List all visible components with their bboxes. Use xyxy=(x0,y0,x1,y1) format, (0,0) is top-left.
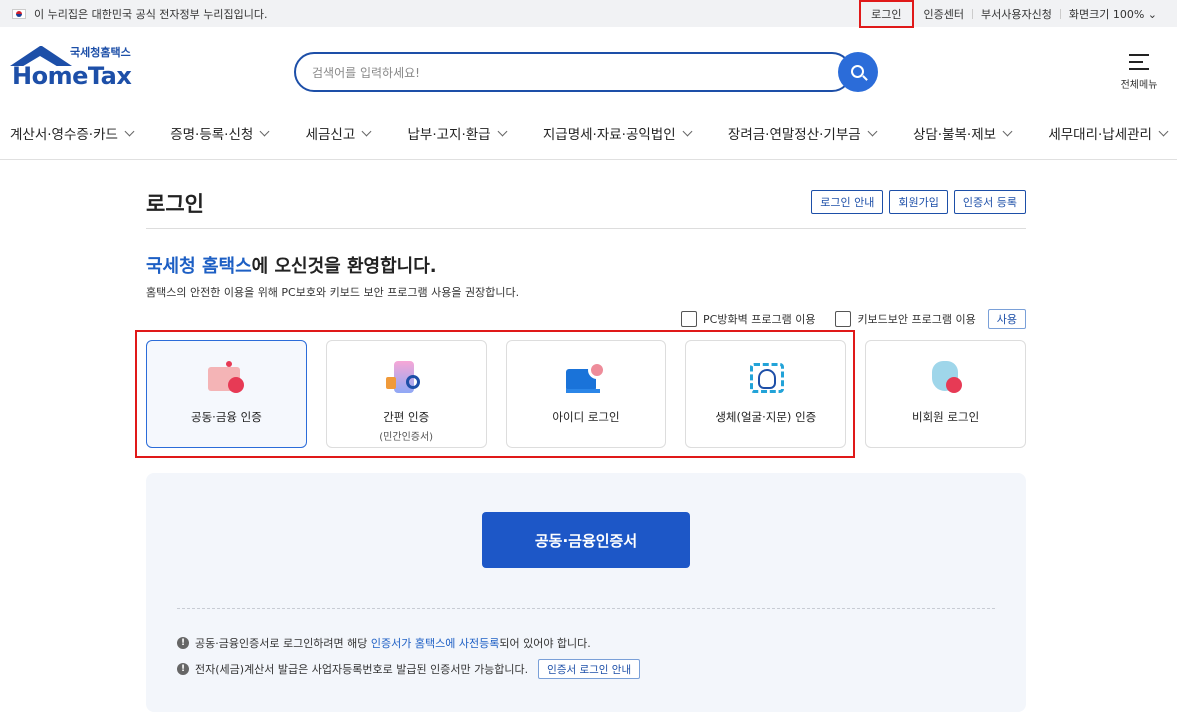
info-icon: ! xyxy=(177,663,189,675)
all-menu-label: 전체메뉴 xyxy=(1120,80,1158,91)
search-input[interactable]: 검색어를 입력하세요! xyxy=(294,52,852,92)
cert-login-guide-button[interactable]: 인증서 로그인 안내 xyxy=(538,659,641,679)
info-line-1: ! 공동·금융인증서로 로그인하려면 해당 인증서가 홈택스에 사전등록되어 있… xyxy=(177,635,591,651)
chevron-down-icon: ⌄ xyxy=(1147,7,1157,21)
search-icon xyxy=(850,64,864,78)
info-text: 공동·금융인증서로 로그인하려면 해당 xyxy=(195,637,371,650)
chevron-down-icon xyxy=(1002,126,1013,136)
nav-label: 상담·불복·제보 xyxy=(912,127,997,143)
nav-item-consult[interactable]: 상담·불복·제보 xyxy=(912,123,1013,143)
card-label: 공동·금융 인증 xyxy=(191,410,262,424)
screen-size-label: 화면크기 100% xyxy=(1068,7,1145,21)
info-text-2: 전자(세금)계산서 발급은 사업자등록번호로 발급된 인증서만 가능합니다. xyxy=(195,663,529,676)
use-button[interactable]: 사용 xyxy=(987,309,1026,329)
top-login-link[interactable]: 로그인 xyxy=(859,0,914,28)
nav-label: 납부·고지·환급 xyxy=(407,127,491,143)
nav-label: 세무대리·납세관리 xyxy=(1048,127,1152,143)
card-id-login[interactable]: 아이디 로그인 xyxy=(505,340,667,448)
site-header: 국세청홈택스 HomeTax 검색어를 입력하세요! 전체메뉴 xyxy=(0,27,1177,107)
joint-financial-cert-button[interactable]: 공동·금융인증서 xyxy=(482,512,690,568)
keyboard-security-checkbox[interactable]: 키보드보안 프로그램 이용 xyxy=(835,311,976,327)
logo-subtitle: 국세청홈택스 xyxy=(70,46,131,59)
gov-notice-bar: 이 누리집은 대한민국 공식 전자정부 누리집입니다. 로그인 인증센터 부서사… xyxy=(0,0,1177,28)
nav-label: 증명·등록·신청 xyxy=(170,127,254,143)
signup-button[interactable]: 회원가입 xyxy=(889,190,948,214)
chevron-down-icon xyxy=(497,126,508,136)
title-buttons: 로그인 안내 회원가입 인증서 등록 xyxy=(811,181,1026,214)
register-cert-button[interactable]: 인증서 등록 xyxy=(953,190,1026,214)
checkbox-box xyxy=(835,311,852,327)
card-biometric-auth[interactable]: 생체(얼굴·지문) 인증 xyxy=(685,340,847,448)
security-options: PC방화벽 프로그램 이용 키보드보안 프로그램 이용 사용 xyxy=(146,309,1026,329)
search-bar: 검색어를 입력하세요! xyxy=(294,52,878,92)
preregister-link[interactable]: 인증서가 홈택스에 사전등록 xyxy=(371,637,499,650)
hamburger-icon xyxy=(1129,54,1149,70)
korean-flag-icon xyxy=(12,8,26,19)
gov-notice-text: 이 누리집은 대한민국 공식 전자정부 누리집입니다. xyxy=(34,7,268,21)
card-sublabel: (민간인증서) xyxy=(379,432,434,443)
card-joint-financial-cert[interactable]: 공동·금융 인증 xyxy=(146,340,307,448)
card-label: 비회원 로그인 xyxy=(912,410,980,424)
all-menu-button[interactable]: 전체메뉴 xyxy=(1117,49,1161,91)
nav-label: 계산서·영수증·카드 xyxy=(10,127,118,143)
hometax-logo[interactable]: 국세청홈택스 HomeTax xyxy=(10,42,140,92)
welcome-heading: 국세청 홈택스에 오신것을 환영합니다. xyxy=(146,252,1026,278)
firewall-label: PC방화벽 프로그램 이용 xyxy=(703,313,816,326)
info-icon: ! xyxy=(177,637,189,649)
info-line-2: ! 전자(세금)계산서 발급은 사업자등록번호로 발급된 인증서만 가능합니다.… xyxy=(177,659,641,679)
logo-wordmark: HomeTax xyxy=(12,62,132,90)
nav-item-incentive[interactable]: 장려금·연말정산·기부금 xyxy=(727,123,878,143)
checkbox-box xyxy=(681,311,698,327)
card-guest-login[interactable]: 비회원 로그인 xyxy=(865,340,1026,448)
security-note: 홈택스의 안전한 이용을 위해 PC보호와 키보드 보안 프로그램 사용을 권장… xyxy=(146,286,520,299)
main-nav: 계산서·영수증·카드 증명·등록·신청 세금신고 납부·고지·환급 지급명세·자… xyxy=(0,107,1177,160)
card-label: 간편 인증 xyxy=(383,410,430,424)
mobile-search-icon xyxy=(386,361,426,397)
search-button[interactable] xyxy=(838,52,878,92)
info-text-1: 공동·금융인증서로 로그인하려면 해당 인증서가 홈택스에 사전등록되어 있어야… xyxy=(195,635,591,651)
nav-item-tax-filing[interactable]: 세금신고 xyxy=(305,123,372,143)
nav-item-payment[interactable]: 납부·고지·환급 xyxy=(407,123,508,143)
title-row: 로그인 로그인 안내 회원가입 인증서 등록 xyxy=(146,181,1026,229)
card-label: 아이디 로그인 xyxy=(552,410,620,424)
login-guide-button[interactable]: 로그인 안내 xyxy=(811,190,884,214)
chevron-down-icon xyxy=(682,126,693,136)
certificate-icon xyxy=(206,361,246,397)
login-method-cards: 공동·금융 인증 간편 인증 (민간인증서) 아이디 로그인 생체(얼굴·지문)… xyxy=(135,330,1026,458)
dept-user-apply-link[interactable]: 부서사용자신청 xyxy=(973,6,1060,22)
laptop-power-icon xyxy=(565,361,606,397)
nav-item-payment-statement[interactable]: 지급명세·자료·공익법인 xyxy=(542,123,693,143)
nav-label: 지급명세·자료·공익법인 xyxy=(542,127,676,143)
welcome-rest: 에 오신것을 환영합니다. xyxy=(251,256,437,277)
nav-item-invoice[interactable]: 계산서·영수증·카드 xyxy=(10,123,135,143)
chevron-down-icon xyxy=(361,126,372,136)
nav-item-certificate[interactable]: 증명·등록·신청 xyxy=(170,123,270,143)
search-placeholder: 검색어를 입력하세요! xyxy=(312,65,420,80)
nav-label: 장려금·연말정산·기부금 xyxy=(727,127,861,143)
nav-label: 세금신고 xyxy=(305,127,356,143)
nav-item-tax-agent[interactable]: 세무대리·납세관리 xyxy=(1048,123,1169,143)
chevron-down-icon xyxy=(124,126,135,136)
info-text: 되어 있어야 합니다. xyxy=(499,637,591,650)
chevron-down-icon xyxy=(867,126,878,136)
chevron-down-icon xyxy=(1158,126,1169,136)
page-title: 로그인 xyxy=(146,192,204,216)
firewall-checkbox[interactable]: PC방화벽 프로그램 이용 xyxy=(681,311,815,327)
welcome-highlight: 국세청 홈택스 xyxy=(146,256,252,277)
screen-size-select[interactable]: 화면크기 100% ⌄ xyxy=(1061,6,1165,22)
card-label: 생체(얼굴·지문) 인증 xyxy=(715,410,817,424)
shield-icon xyxy=(926,361,966,397)
cert-login-panel: 공동·금융인증서 ! 공동·금융인증서로 로그인하려면 해당 인증서가 홈택스에… xyxy=(146,473,1026,712)
dashed-divider xyxy=(177,608,995,609)
keyboard-label: 키보드보안 프로그램 이용 xyxy=(857,313,976,326)
login-content: 로그인 로그인 안내 회원가입 인증서 등록 국세청 홈택스에 오신것을 환영합… xyxy=(135,181,1026,712)
auth-center-link[interactable]: 인증센터 xyxy=(916,6,972,22)
fingerprint-icon xyxy=(746,361,786,397)
card-simple-auth[interactable]: 간편 인증 (민간인증서) xyxy=(325,340,487,448)
chevron-down-icon xyxy=(259,126,270,136)
